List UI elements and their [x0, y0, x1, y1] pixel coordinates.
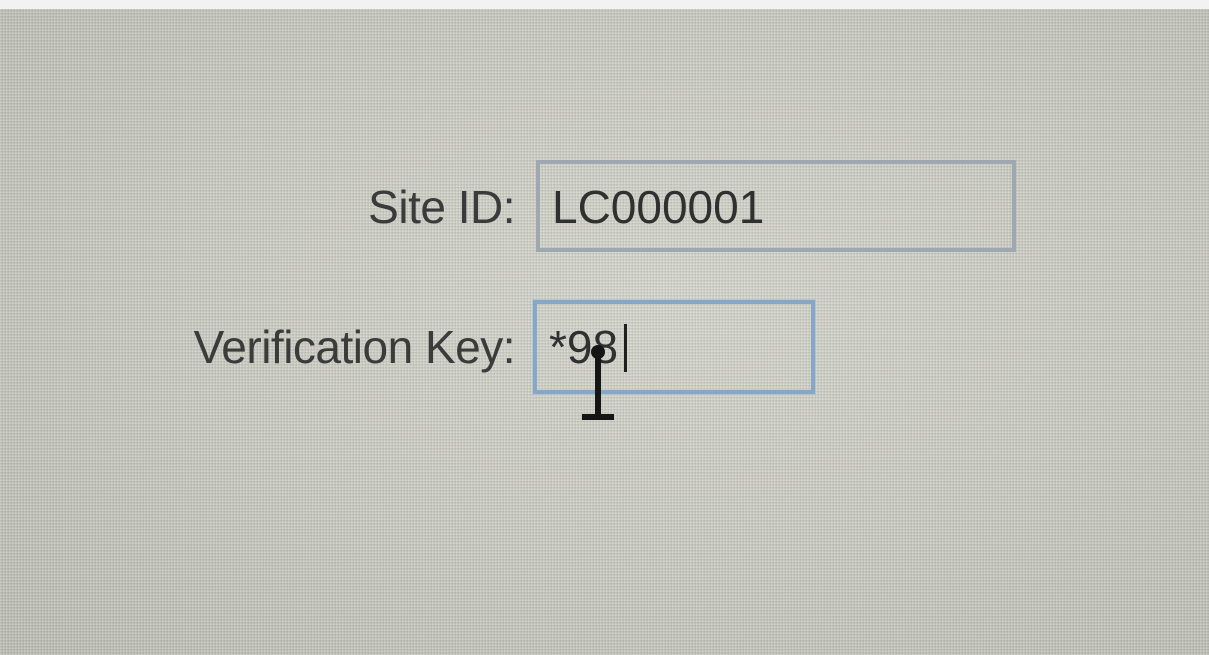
ibeam-cursor-icon	[582, 345, 614, 420]
site-id-value: LC000001	[552, 181, 765, 233]
site-id-label: Site ID:	[368, 181, 515, 233]
screen-bezel	[0, 0, 1209, 9]
site-id-field[interactable]: LC000001	[536, 160, 1016, 252]
verification-key-field[interactable]: *98	[533, 300, 815, 394]
verification-key-label: Verification Key:	[193, 321, 516, 373]
dialog-screen: Site ID: LC000001 Verification Key: *98	[0, 0, 1209, 655]
text-caret	[624, 323, 628, 372]
